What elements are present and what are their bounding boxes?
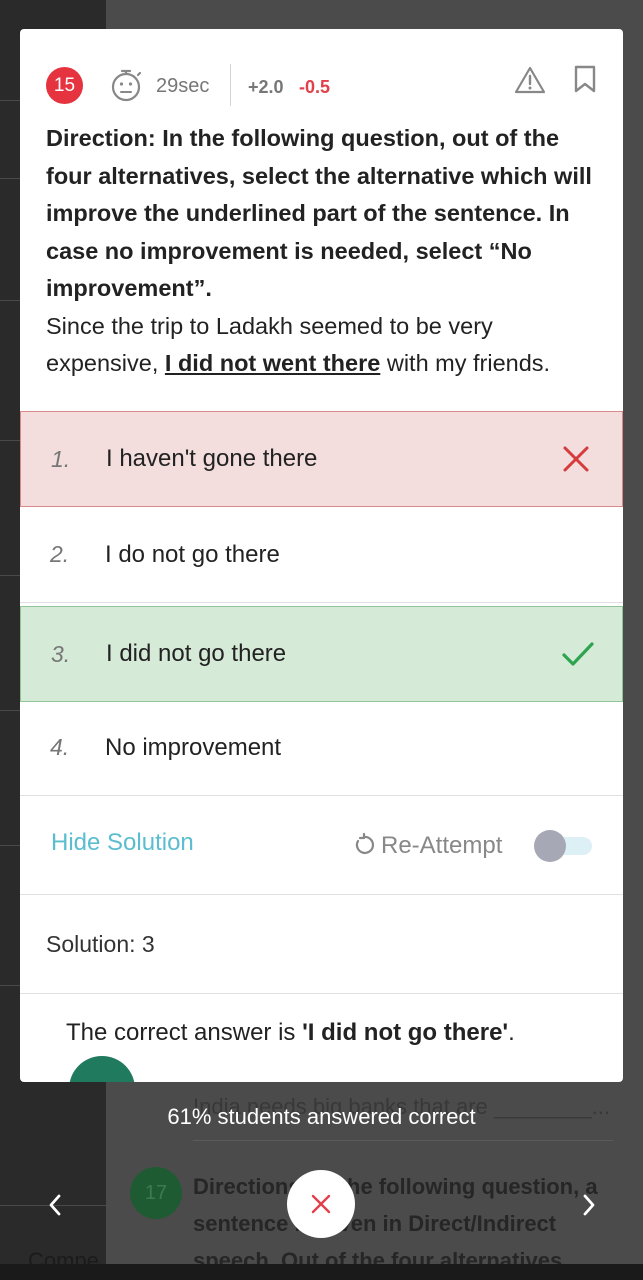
explanation-suffix: . (508, 1019, 515, 1046)
header-divider (230, 64, 231, 106)
explanation-avatar (69, 1056, 135, 1082)
sentence-end: with my friends. (380, 350, 551, 376)
close-solution-button[interactable] (287, 1170, 355, 1238)
option-3[interactable]: 3. I did not go there (20, 606, 623, 702)
option-number: 4. (50, 734, 70, 760)
close-icon (311, 1194, 331, 1214)
refresh-icon (355, 833, 375, 854)
solution-label: Solution: 3 (46, 931, 155, 957)
question-text: Direction: In the following question, ou… (46, 120, 606, 383)
chevron-right-icon (583, 1194, 595, 1216)
background-tab-label: Compe (28, 1248, 99, 1273)
reattempt-toggle-knob[interactable] (534, 830, 566, 862)
question-number-badge: 15 (46, 67, 83, 104)
question-solution-card: 15 29sec +2.0 -0.5 Direction: In the fol… (20, 29, 623, 1082)
option-2[interactable]: 2. I do not go there (20, 507, 623, 603)
explanation-answer: 'I did not go there' (302, 1019, 509, 1046)
background-question-badge: 17 (130, 1167, 182, 1219)
report-warning-icon[interactable] (514, 65, 546, 95)
solution-controls: Hide Solution Re-Attempt (20, 796, 623, 895)
bookmark-icon[interactable] (573, 65, 597, 93)
explanation-prefix: The correct answer is (66, 1019, 303, 1046)
option-1[interactable]: 1. I haven't gone there (20, 411, 623, 507)
sentence-underlined: I did not went there (164, 350, 381, 376)
option-4[interactable]: 4. No improvement (20, 700, 623, 796)
option-text: I haven't gone there (106, 445, 318, 472)
question-sentence: Since the trip to Ladakh seemed to be ve… (46, 308, 606, 383)
correct-check-icon (562, 642, 594, 666)
previous-question-button[interactable] (40, 1188, 70, 1222)
negative-marks: -0.5 (299, 77, 331, 97)
solution-header: Solution: 3 (20, 895, 623, 994)
question-header: 15 29sec +2.0 -0.5 (20, 29, 623, 129)
positive-marks: +2.0 (248, 77, 284, 97)
stopwatch-icon (111, 69, 142, 102)
wrong-cross-icon (563, 446, 589, 472)
option-number: 3. (51, 640, 71, 667)
solution-explanation: The correct answer is 'I did not go ther… (66, 1019, 515, 1047)
next-question-button[interactable] (574, 1188, 604, 1222)
option-number: 2. (50, 541, 70, 567)
reattempt-label: Re-Attempt (381, 832, 503, 859)
question-direction: Direction: In the following question, ou… (46, 125, 592, 301)
background-next-question: Directions: In the following question, a… (193, 1174, 598, 1264)
option-number: 1. (51, 445, 71, 472)
answer-stat: 61% students answered correct (167, 1104, 476, 1129)
chevron-left-icon (49, 1194, 61, 1216)
option-text: No improvement (105, 733, 282, 761)
option-text: I do not go there (105, 540, 280, 568)
time-taken: 29sec (156, 75, 210, 97)
background-divider (193, 1140, 613, 1141)
hide-solution-button[interactable]: Hide Solution (51, 829, 194, 857)
option-text: I did not go there (106, 640, 287, 667)
